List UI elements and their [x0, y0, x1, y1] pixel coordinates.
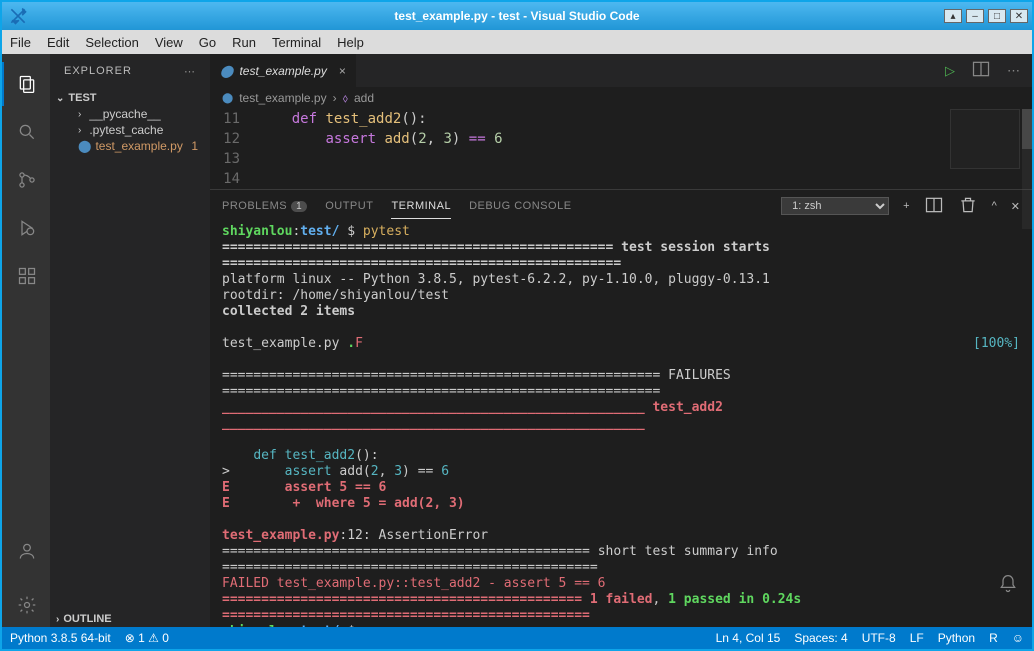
tree-item-testfile[interactable]: ⬤test_example.py1	[50, 138, 210, 154]
status-eol[interactable]: LF	[910, 631, 924, 645]
tree-item-pytestcache[interactable]: ›.pytest_cache	[50, 122, 210, 138]
menu-terminal[interactable]: Terminal	[272, 35, 321, 50]
editor-area: ⬤ test_example.py × ▷ ⋯ ⬤ test_example.p…	[210, 54, 1032, 627]
tab-bar: ⬤ test_example.py × ▷ ⋯	[210, 54, 1032, 87]
project-section[interactable]: ⌄TEST	[50, 90, 210, 106]
python-file-icon: ⬤	[222, 93, 233, 104]
code-content[interactable]: def test_add2(): assert add(2, 3) == 6	[258, 109, 1032, 189]
tab-problems[interactable]: PROBLEMS1	[222, 194, 307, 218]
scrollbar-thumb[interactable]	[1022, 109, 1032, 149]
maximize-button[interactable]: □	[988, 9, 1006, 23]
close-window-button[interactable]: ✕	[1010, 9, 1028, 23]
editor-more-icon[interactable]: ⋯	[1007, 63, 1020, 79]
search-icon[interactable]	[2, 110, 50, 154]
chevron-right-icon: ›	[333, 91, 337, 105]
menu-go[interactable]: Go	[199, 35, 216, 50]
code-editor[interactable]: 11 12 13 14 def test_add2(): assert add(…	[210, 109, 1032, 189]
menu-file[interactable]: File	[10, 35, 31, 50]
tree-item-pycache[interactable]: ›__pycache__	[50, 106, 210, 122]
minimap[interactable]	[950, 109, 1020, 169]
status-python[interactable]: Python 3.8.5 64-bit	[10, 631, 111, 645]
activity-bar	[2, 54, 50, 627]
minimize-button[interactable]: ‒	[966, 9, 984, 23]
status-spaces[interactable]: Spaces: 4	[794, 631, 847, 645]
window-title: test_example.py - test - Visual Studio C…	[394, 9, 639, 23]
explorer-label: EXPLORER	[64, 65, 132, 77]
python-file-icon: ⬤	[78, 139, 91, 153]
panel: PROBLEMS1 OUTPUT TERMINAL DEBUG CONSOLE …	[210, 189, 1032, 627]
kill-terminal-icon[interactable]	[958, 195, 978, 218]
sidebar: EXPLORER ⋯ ⌄TEST ›__pycache__ ›.pytest_c…	[50, 54, 210, 627]
menu-run[interactable]: Run	[232, 35, 256, 50]
split-terminal-icon[interactable]	[924, 195, 944, 218]
close-panel-icon[interactable]: ✕	[1011, 200, 1020, 213]
tab-debug-console[interactable]: DEBUG CONSOLE	[469, 194, 571, 218]
breadcrumb[interactable]: ⬤ test_example.py › ⬨ add	[210, 87, 1032, 109]
status-language[interactable]: Python	[938, 631, 975, 645]
status-r[interactable]: R	[989, 631, 998, 645]
menu-edit[interactable]: Edit	[47, 35, 69, 50]
titlebar: test_example.py - test - Visual Studio C…	[2, 2, 1032, 30]
menubar: File Edit Selection View Go Run Terminal…	[2, 30, 1032, 54]
terminal-output[interactable]: shiyanlou:test/ $ pytest ===============…	[210, 222, 1032, 627]
status-cursor[interactable]: Ln 4, Col 15	[716, 631, 781, 645]
menu-selection[interactable]: Selection	[85, 35, 138, 50]
maximize-panel-icon[interactable]: ^	[992, 200, 997, 212]
tab-test-example[interactable]: ⬤ test_example.py ×	[210, 54, 356, 87]
terminal-select[interactable]: 1: zsh	[781, 197, 889, 215]
extensions-icon[interactable]	[2, 254, 50, 298]
explorer-more-icon[interactable]: ⋯	[184, 65, 196, 78]
tab-terminal[interactable]: TERMINAL	[391, 194, 451, 219]
source-control-icon[interactable]	[2, 158, 50, 202]
chevron-right-icon: ›	[78, 109, 81, 120]
notifications-icon[interactable]	[998, 574, 1018, 597]
status-bar: Python 3.8.5 64-bit ⊗ 1 ⚠ 0 Ln 4, Col 15…	[2, 627, 1032, 649]
chevron-right-icon: ›	[78, 125, 81, 136]
new-terminal-icon[interactable]: +	[903, 200, 909, 212]
line-numbers: 11 12 13 14	[210, 109, 258, 189]
python-file-icon: ⬤	[220, 64, 233, 78]
explorer-icon[interactable]	[2, 62, 50, 106]
status-problems[interactable]: ⊗ 1 ⚠ 0	[125, 631, 169, 645]
symbol-method-icon: ⬨	[343, 91, 348, 106]
app-icon	[8, 6, 28, 26]
chevron-down-icon: ⌄	[56, 93, 64, 104]
error-icon: ⊗	[125, 631, 135, 645]
menu-help[interactable]: Help	[337, 35, 364, 50]
tab-output[interactable]: OUTPUT	[325, 194, 373, 218]
settings-icon[interactable]	[2, 583, 50, 627]
chevron-right-icon: ›	[56, 614, 59, 625]
close-tab-icon[interactable]: ×	[339, 64, 346, 78]
warning-icon: ⚠	[148, 631, 159, 645]
run-icon[interactable]: ▷	[945, 63, 955, 79]
panel-tabs: PROBLEMS1 OUTPUT TERMINAL DEBUG CONSOLE …	[210, 190, 1032, 222]
status-feedback-icon[interactable]: ☺	[1012, 631, 1024, 645]
status-encoding[interactable]: UTF-8	[862, 631, 896, 645]
split-editor-icon[interactable]	[971, 59, 991, 82]
accounts-icon[interactable]	[2, 529, 50, 573]
menu-view[interactable]: View	[155, 35, 183, 50]
run-debug-icon[interactable]	[2, 206, 50, 250]
vertical-scrollbar[interactable]	[1022, 109, 1032, 229]
outline-section[interactable]: ›OUTLINE	[50, 611, 210, 627]
roll-up-button[interactable]: ▴	[944, 9, 962, 23]
